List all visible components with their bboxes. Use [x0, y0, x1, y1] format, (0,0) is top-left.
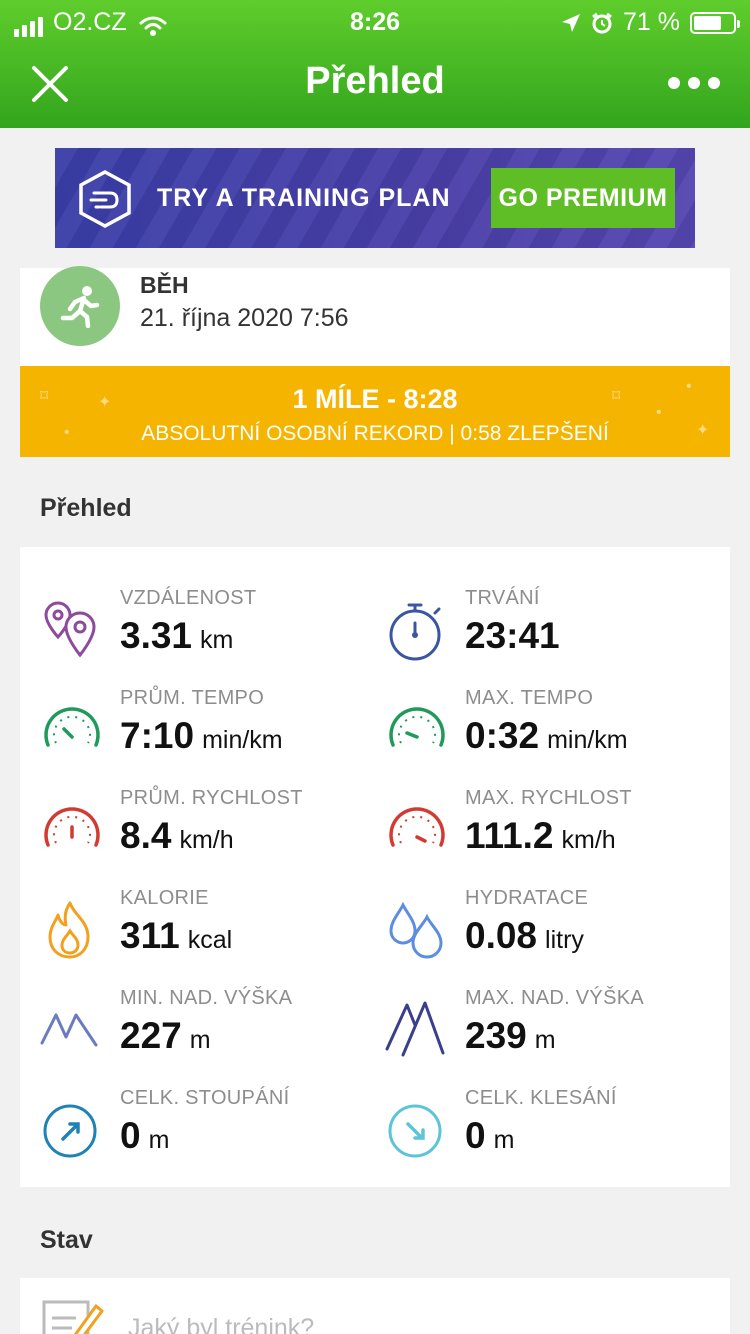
edit-note-icon — [42, 1300, 104, 1334]
top-bar: O2.CZ 8:26 71 % Přehled — [0, 0, 750, 128]
stat-max-pace: MAX. TEMPO 0:32 min/km — [385, 687, 725, 777]
ascent-icon — [43, 1104, 97, 1158]
stat-value: 0 — [465, 1115, 486, 1156]
stat-value: 0.08 — [465, 915, 538, 956]
stat-value: 8.4 — [120, 815, 172, 856]
record-subtitle: ABSOLUTNÍ OSOBNÍ REKORD | 0:58 ZLEPŠENÍ — [141, 422, 609, 445]
gauge-icon — [389, 807, 445, 847]
stat-label: VZDÁLENOST — [120, 587, 257, 609]
battery-percent: 71 % — [623, 8, 680, 36]
page-title: Přehled — [305, 60, 445, 102]
activity-date: 21. října 2020 7:56 — [140, 304, 349, 332]
stat-unit: km/h — [179, 826, 234, 854]
stat-avg-speed: PRŮM. RYCHLOST 8.4 km/h — [40, 787, 380, 877]
runner-icon — [60, 286, 100, 328]
stat-unit: m — [148, 1126, 170, 1154]
close-icon[interactable] — [28, 62, 72, 106]
banner-label: TRY A TRAINING PLAN — [157, 184, 451, 212]
stat-unit: m — [493, 1126, 515, 1154]
stat-label: MIN. NAD. VÝŠKA — [120, 987, 293, 1009]
stat-avg-pace: PRŮM. TEMPO 7:10 min/km — [40, 687, 380, 777]
more-options-icon[interactable] — [668, 66, 720, 100]
stat-label: PRŮM. RYCHLOST — [120, 787, 303, 809]
stat-total-descent: CELK. KLESÁNÍ 0m — [385, 1087, 725, 1177]
stat-value: 227 — [120, 1015, 182, 1056]
stat-unit: km — [200, 626, 234, 654]
nav-bar: Přehled — [0, 42, 750, 128]
gauge-icon — [44, 707, 100, 747]
stat-label: MAX. RYCHLOST — [465, 787, 632, 809]
activity-type: BĚH — [140, 272, 189, 298]
training-plan-icon — [79, 170, 131, 228]
location-arrow-icon — [562, 13, 581, 32]
mountain-icon — [385, 1001, 445, 1057]
stat-label: CELK. STOUPÁNÍ — [120, 1087, 290, 1109]
gauge-icon — [44, 807, 100, 847]
stat-label: KALORIE — [120, 887, 209, 909]
stat-max-speed: MAX. RYCHLOST 111.2 km/h — [385, 787, 725, 877]
location-pins-icon — [44, 601, 96, 658]
stat-total-ascent: CELK. STOUPÁNÍ 0m — [40, 1087, 380, 1177]
stat-label: MAX. TEMPO — [465, 687, 594, 709]
stat-hydration: HYDRATACE 0.08 litry — [385, 887, 725, 977]
personal-record-banner[interactable]: ⌑ ✦ • ⌑ • • ✦ 1 MÍLE - 8:28 ABSOLUTNÍ OS… — [20, 366, 730, 457]
status-bar: O2.CZ 8:26 71 % — [0, 0, 750, 42]
battery-fill — [694, 15, 721, 30]
running-avatar — [40, 266, 120, 346]
stopwatch-icon — [389, 603, 441, 661]
stat-unit: km/h — [561, 826, 616, 854]
stat-distance: VZDÁLENOST 3.31 km — [40, 587, 380, 677]
stat-unit: m — [189, 1026, 211, 1054]
stat-value: 311 — [120, 915, 180, 956]
training-plan-banner[interactable]: TRY A TRAINING PLAN GO PREMIUM — [55, 148, 695, 248]
stat-unit: m — [534, 1026, 556, 1054]
stat-calories: KALORIE 311 kcal — [40, 887, 380, 977]
stats-card: VZDÁLENOST 3.31 km TRVÁNÍ 23:41 PRŮM. TEM… — [20, 547, 730, 1187]
stat-value: 23:41 — [465, 615, 560, 656]
status-note-field[interactable]: Jaký byl trénink? — [20, 1278, 730, 1334]
water-drops-icon — [389, 901, 443, 959]
status-right: 71 % — [561, 8, 740, 37]
stat-unit: min/km — [547, 726, 628, 754]
stat-value: 0:32 — [465, 715, 540, 756]
mountain-icon — [40, 1013, 98, 1047]
stat-duration: TRVÁNÍ 23:41 — [385, 587, 725, 677]
flame-icon — [48, 901, 90, 959]
stat-max-elevation: MAX. NAD. VÝŠKA 239 m — [385, 987, 725, 1077]
stat-unit: min/km — [202, 726, 283, 754]
stat-value: 111.2 — [465, 815, 554, 856]
overview-section-title: Přehled — [40, 494, 132, 522]
go-premium-button[interactable]: GO PREMIUM — [491, 168, 675, 228]
gauge-icon — [389, 707, 445, 747]
stat-unit: kcal — [187, 926, 233, 954]
activity-card: BĚH 21. října 2020 7:56 — [20, 266, 730, 366]
stat-label: MAX. NAD. VÝŠKA — [465, 987, 644, 1009]
stav-section-title: Stav — [40, 1226, 93, 1254]
descent-icon — [388, 1104, 442, 1158]
stat-label: PRŮM. TEMPO — [120, 687, 265, 709]
stat-value: 7:10 — [120, 715, 195, 756]
alarm-icon — [592, 12, 612, 33]
stat-label: TRVÁNÍ — [465, 587, 540, 609]
stat-unit: litry — [545, 926, 584, 954]
battery-icon — [690, 11, 740, 34]
stat-min-elevation: MIN. NAD. VÝŠKA 227 m — [40, 987, 380, 1077]
stat-label: HYDRATACE — [465, 887, 589, 909]
stat-value: 3.31 — [120, 615, 193, 656]
stat-label: CELK. KLESÁNÍ — [465, 1087, 617, 1109]
stat-value: 0 — [120, 1115, 141, 1156]
stat-value: 239 — [465, 1015, 527, 1056]
record-title: 1 MÍLE - 8:28 — [292, 384, 458, 414]
status-note-placeholder: Jaký byl trénink? — [128, 1314, 315, 1334]
